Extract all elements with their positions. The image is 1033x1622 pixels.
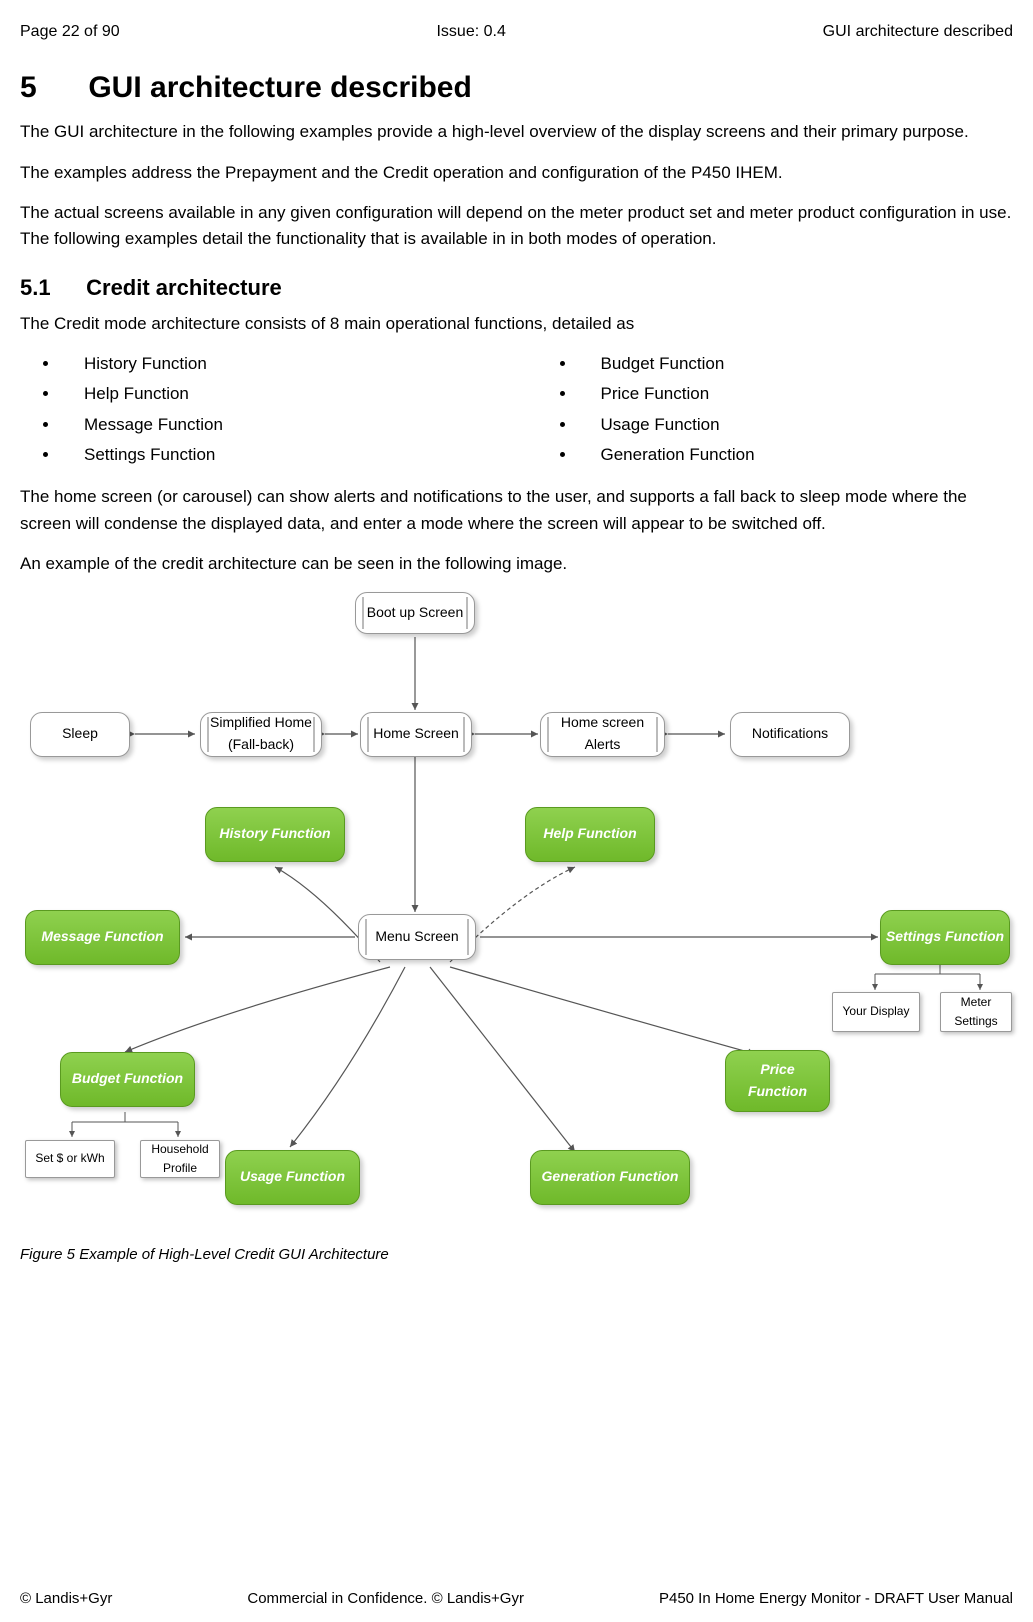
node-notifications: Notifications (730, 712, 850, 757)
example-para: An example of the credit architecture ca… (20, 551, 1013, 577)
node-boot-up: Boot up Screen (355, 592, 475, 634)
node-meter-settings: Meter Settings (940, 992, 1012, 1032)
node-generation-function: Generation Function (530, 1150, 690, 1205)
footer-mid: Commercial in Confidence. © Landis+Gyr (247, 1587, 524, 1610)
node-simplified-home: Simplified Home (Fall-back) (200, 712, 322, 757)
intro-para-3: The actual screens available in any give… (20, 200, 1013, 253)
list-item: Help Function (60, 381, 497, 407)
subsection-para: The Credit mode architecture consists of… (20, 311, 1013, 337)
figure-caption: Figure 5 Example of High-Level Credit GU… (20, 1243, 1013, 1266)
intro-para-2: The examples address the Prepayment and … (20, 160, 1013, 186)
node-household-profile: Household Profile (140, 1140, 220, 1178)
list-item: History Function (60, 351, 497, 377)
node-home-screen: Home Screen (360, 712, 472, 757)
section-heading: 5 GUI architecture described (20, 65, 1013, 112)
footer-right: P450 In Home Energy Monitor - DRAFT User… (659, 1587, 1013, 1610)
function-list-right: Budget Function Price Function Usage Fun… (537, 351, 1014, 472)
list-item: Generation Function (577, 442, 1014, 468)
node-message-function: Message Function (25, 910, 180, 965)
node-usage-function: Usage Function (225, 1150, 360, 1205)
subsection-heading: 5.1 Credit architecture (20, 271, 1013, 305)
node-settings-function: Settings Function (880, 910, 1010, 965)
header-title: GUI architecture described (823, 20, 1013, 45)
subsection-title: Credit architecture (86, 275, 282, 300)
section-title: GUI architecture described (88, 71, 471, 104)
list-item: Message Function (60, 412, 497, 438)
node-price-function: Price Function (725, 1050, 830, 1112)
function-list: History Function Help Function Message F… (20, 351, 1013, 472)
section-num: 5 (20, 65, 80, 112)
issue-number: Issue: 0.4 (436, 20, 505, 45)
footer-left: © Landis+Gyr (20, 1587, 112, 1610)
list-item: Price Function (577, 381, 1014, 407)
page-header: Page 22 of 90 Issue: 0.4 GUI architectur… (20, 20, 1013, 45)
node-budget-function: Budget Function (60, 1052, 195, 1107)
list-item: Settings Function (60, 442, 497, 468)
architecture-diagram: Boot up Screen Sleep Simplified Home (Fa… (20, 592, 1013, 1237)
node-your-display: Your Display (832, 992, 920, 1032)
function-list-left: History Function Help Function Message F… (20, 351, 497, 472)
page-number: Page 22 of 90 (20, 20, 120, 45)
node-history-function: History Function (205, 807, 345, 862)
list-item: Budget Function (577, 351, 1014, 377)
node-set-kwh: Set $ or kWh (25, 1140, 115, 1178)
node-sleep: Sleep (30, 712, 130, 757)
page-footer: © Landis+Gyr Commercial in Confidence. ©… (20, 1587, 1013, 1610)
subsection-num: 5.1 (20, 271, 80, 305)
carousel-para: The home screen (or carousel) can show a… (20, 484, 1013, 537)
node-home-alerts: Home screen Alerts (540, 712, 665, 757)
list-item: Usage Function (577, 412, 1014, 438)
node-menu-screen: Menu Screen (358, 914, 476, 960)
intro-para-1: The GUI architecture in the following ex… (20, 119, 1013, 145)
node-help-function: Help Function (525, 807, 655, 862)
